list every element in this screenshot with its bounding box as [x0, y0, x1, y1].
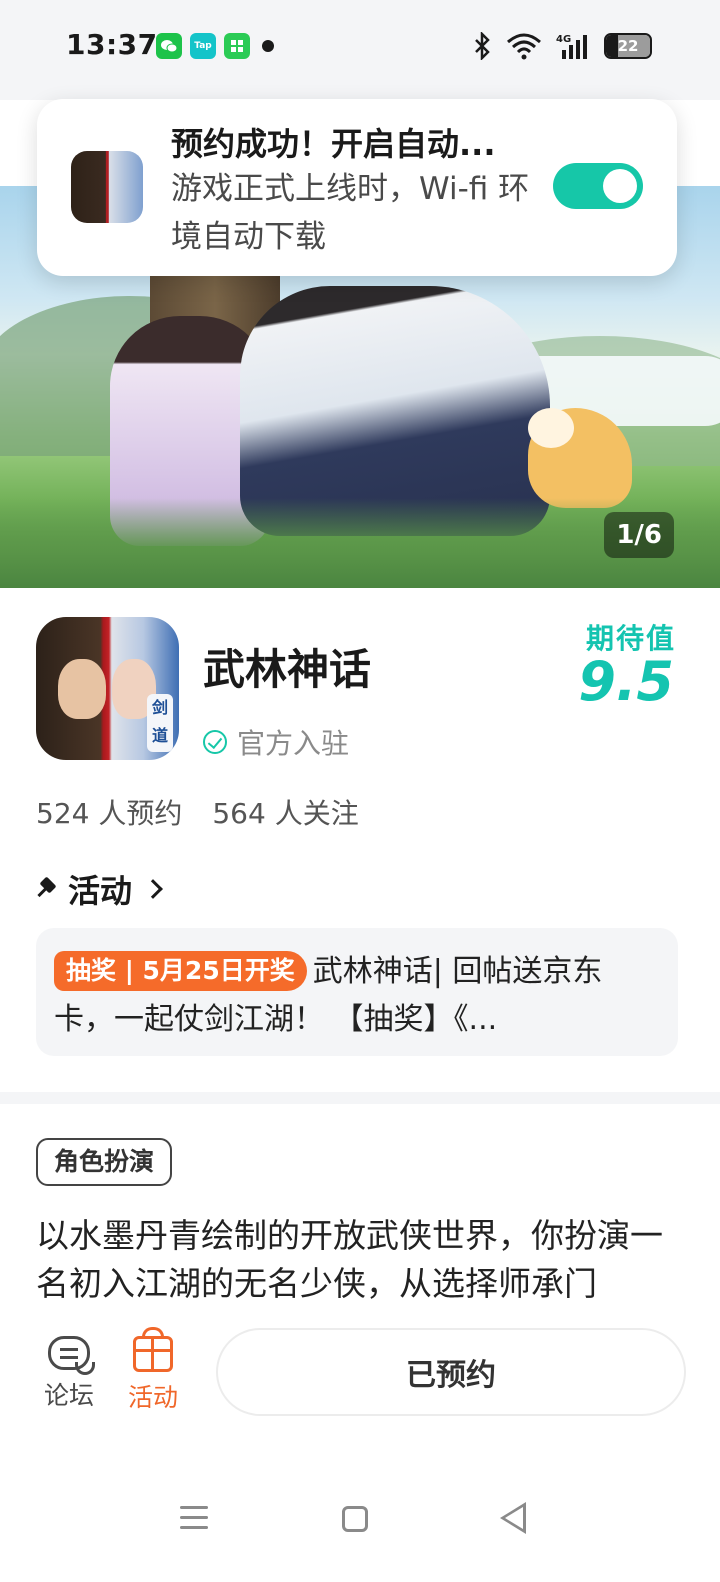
game-icon-small	[71, 151, 143, 223]
pin-icon	[36, 878, 58, 900]
activity-tab-label: 活动	[127, 1383, 178, 1412]
auto-download-toggle[interactable]	[553, 163, 643, 209]
notification-title: 预约成功！开启自动...	[171, 125, 496, 163]
official-badge: 官方入驻	[203, 722, 349, 762]
game-description: 以水墨丹青绘制的开放武侠世界，你扮演一名初入江湖的无名少侠，从选择师承门	[36, 1216, 663, 1303]
tap-icon: Tap	[190, 33, 216, 59]
menu-icon[interactable]	[180, 1506, 208, 1530]
status-bar: 13:37 Tap 4G 22	[0, 0, 720, 100]
game-stats: 524 人预约 564 人关注	[36, 792, 359, 832]
official-label: 官方入驻	[237, 727, 350, 760]
game-icon-tag: 剑道	[147, 694, 173, 752]
bluetooth-icon	[475, 32, 490, 60]
genre-tag[interactable]: 角色扮演	[36, 1138, 173, 1186]
banner-page-counter: 1/6	[604, 512, 674, 558]
system-nav-bar	[0, 1470, 720, 1582]
reservation-count: 524 人预约	[36, 797, 183, 830]
reservation-success-notification[interactable]: 预约成功！开启自动... 游戏正式上线时，Wi-fi 环境自动下载	[37, 99, 677, 276]
chevron-right-icon	[143, 879, 163, 899]
status-right: 4G 22	[472, 32, 652, 60]
wechat-icon	[156, 33, 182, 59]
activity-tab[interactable]: 活动	[118, 1327, 188, 1414]
notification-dot-icon	[262, 40, 274, 52]
follower-count: 564 人关注	[212, 797, 359, 830]
signal-icon: 4G	[556, 34, 587, 59]
activity-card[interactable]: 抽奖 | 5月25日开奖 武林神话| 回帖送京东卡，一起仗剑江湖！ 【抽奖】《..…	[36, 928, 678, 1056]
wifi-icon	[507, 33, 541, 60]
forum-label: 论坛	[43, 1381, 94, 1410]
forum-tab[interactable]: 论坛	[34, 1336, 104, 1412]
game-title: 武林神话	[203, 645, 372, 694]
activity-section-header[interactable]: 活动	[36, 866, 163, 912]
forum-icon	[48, 1336, 95, 1375]
check-circle-icon	[203, 730, 227, 754]
notification-body: 游戏正式上线时，Wi-fi 环境自动下载	[171, 171, 530, 255]
game-icon: 剑道	[36, 617, 179, 760]
battery-level: 22	[617, 37, 639, 55]
status-time: 13:37	[66, 28, 158, 61]
back-icon[interactable]	[500, 1502, 526, 1534]
home-icon[interactable]	[342, 1506, 368, 1532]
bottom-action-bar: 论坛 活动 已预约	[0, 1308, 720, 1438]
reserved-button[interactable]: 已预约	[216, 1328, 686, 1416]
battery-icon: 22	[604, 33, 652, 59]
lottery-badge: 抽奖 | 5月25日开奖	[54, 951, 307, 991]
gift-icon	[133, 1327, 173, 1372]
store-icon	[224, 33, 250, 59]
svg-text:4G: 4G	[556, 34, 571, 45]
section-divider	[0, 1092, 720, 1104]
expectation-score: 9.5	[578, 650, 674, 713]
status-app-icons: Tap	[156, 33, 274, 59]
activity-section-title: 活动	[68, 872, 133, 910]
